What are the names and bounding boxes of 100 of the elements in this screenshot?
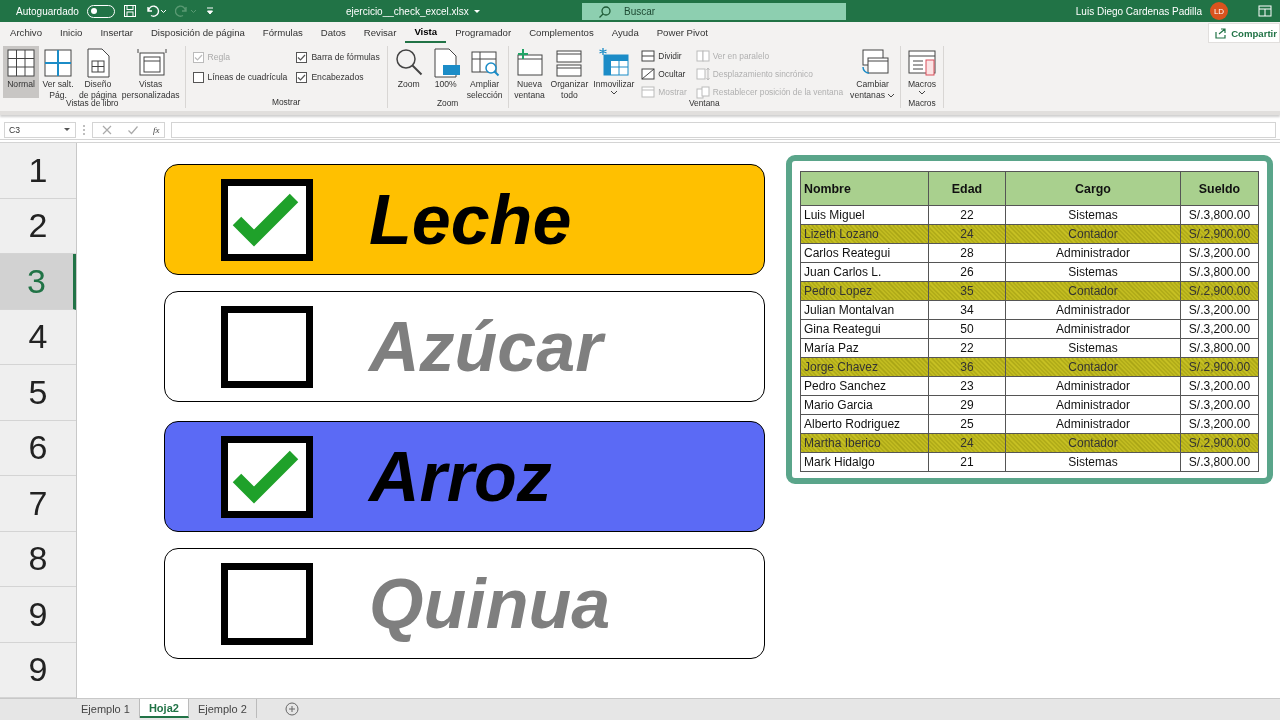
- ribbon-tab[interactable]: Archivo: [1, 23, 51, 43]
- ribbon-tab[interactable]: Disposición de página: [141, 23, 254, 43]
- group-label: Zoom: [435, 98, 460, 108]
- checked-checkbox-icon[interactable]: [221, 178, 313, 261]
- row-header[interactable]: 5: [0, 365, 76, 421]
- ribbon-tab[interactable]: Revisar: [354, 23, 406, 43]
- share-button[interactable]: Compartir: [1208, 23, 1280, 43]
- ribbon-button[interactable]: Ver salt. Pág.: [40, 46, 76, 98]
- empty-checkbox-icon[interactable]: [192, 71, 204, 83]
- drag-handle-icon[interactable]: [82, 123, 86, 136]
- table-cell: S/.3,200.00: [1180, 319, 1259, 339]
- ribbon-tab[interactable]: Ayuda: [602, 23, 648, 43]
- ribbon-button[interactable]: Vistas personalizadas: [119, 46, 182, 98]
- caret-icon[interactable]: [63, 126, 71, 133]
- hide-window-icon: [641, 67, 656, 81]
- row-header[interactable]: 7: [0, 476, 76, 532]
- ribbon-tab[interactable]: Datos: [311, 23, 355, 43]
- ribbon-button[interactable]: Zoom: [390, 46, 427, 98]
- item-label: Quinua: [369, 563, 611, 644]
- table-cell: S/.3,800.00: [1180, 338, 1259, 358]
- name-box[interactable]: C3: [4, 121, 76, 138]
- table-cell: Mark Hidalgo: [800, 452, 929, 472]
- ribbon-button[interactable]: Inmovilizar: [591, 46, 637, 98]
- row-header[interactable]: 9: [0, 587, 76, 643]
- row-header[interactable]: 6: [0, 420, 76, 476]
- side-by-side-icon: [695, 49, 710, 63]
- search-field[interactable]: Buscar: [582, 2, 846, 20]
- sheet-tab[interactable]: Ejemplo 1: [72, 699, 140, 718]
- column-header: Edad: [928, 171, 1006, 206]
- ribbon-display-icon[interactable]: [1258, 5, 1272, 17]
- ribbon-button[interactable]: Ocultar: [641, 68, 687, 80]
- table-cell: Juan Carlos L.: [800, 262, 929, 282]
- table-cell: 25: [928, 414, 1006, 434]
- formula-input[interactable]: [170, 121, 1276, 138]
- user-avatar[interactable]: LD: [1210, 2, 1228, 20]
- ribbon-button[interactable]: Organizar todo: [548, 46, 591, 98]
- table-cell: Julian Montalvan: [800, 300, 929, 320]
- ribbon-button[interactable]: 100%: [427, 46, 464, 98]
- ribbon-button[interactable]: Dividir: [641, 50, 687, 62]
- table-cell: Administrador: [1005, 395, 1181, 415]
- table-cell: S/.3,200.00: [1180, 300, 1259, 320]
- checkbox[interactable]: Encabezados: [296, 70, 380, 84]
- table-cell: Sistemas: [1005, 262, 1181, 282]
- show-window-icon: [641, 85, 656, 99]
- table-cell: 22: [928, 338, 1006, 358]
- empty-checkbox-icon[interactable]: [221, 305, 313, 388]
- reset-window-icon: [695, 85, 710, 99]
- checklist-card[interactable]: Quinua: [164, 548, 765, 659]
- ribbon-button[interactable]: Nueva ventana: [511, 46, 548, 98]
- table-cell: María Paz: [800, 338, 929, 358]
- sheet-tab[interactable]: Ejemplo 2: [188, 699, 257, 718]
- ribbon-button[interactable]: Cambiar ventanas: [848, 46, 897, 98]
- ribbon-tab[interactable]: Fórmulas: [253, 23, 312, 43]
- checkbox[interactable]: Líneas de cuadrícula: [192, 70, 288, 84]
- table-cell: 29: [928, 395, 1006, 415]
- undo-icon[interactable]: [144, 4, 167, 18]
- table-cell: 28: [928, 243, 1006, 263]
- table-cell: Administrador: [1005, 243, 1181, 263]
- checklist-card[interactable]: Leche: [164, 164, 765, 275]
- table-cell: 23: [928, 376, 1006, 396]
- checked-checkbox-icon[interactable]: [296, 71, 308, 83]
- sheet-tab[interactable]: Hoja2: [139, 699, 189, 718]
- table-cell: Sistemas: [1005, 205, 1181, 225]
- table-cell: S/.3,200.00: [1180, 376, 1259, 396]
- row-header[interactable]: 3: [0, 254, 76, 310]
- autosave-label: Autoguardado: [16, 5, 79, 17]
- table-cell: S/.3,200.00: [1180, 395, 1259, 415]
- sync-scroll-icon: [695, 67, 710, 81]
- row-header[interactable]: 8: [0, 531, 76, 587]
- checklist-card[interactable]: Arroz: [164, 421, 765, 532]
- table-cell: S/.3,800.00: [1180, 452, 1259, 472]
- split-icon: [641, 49, 656, 63]
- empty-checkbox-icon[interactable]: [221, 562, 313, 645]
- row-header[interactable]: 1: [0, 143, 76, 199]
- ribbon-tab[interactable]: Power Pivot: [647, 23, 717, 43]
- table-cell: Administrador: [1005, 319, 1181, 339]
- group-label: Ventana: [687, 98, 721, 108]
- checkbox[interactable]: Barra de fórmulas: [296, 50, 380, 64]
- custom-views-icon: [134, 47, 167, 79]
- caret-icon[interactable]: [472, 7, 481, 15]
- row-header[interactable]: 4: [0, 309, 76, 365]
- ribbon-button[interactable]: Ampliar selección: [464, 46, 505, 98]
- checked-checkbox-icon[interactable]: [296, 51, 308, 63]
- save-icon[interactable]: [122, 4, 137, 18]
- ribbon-tab[interactable]: Inicio: [51, 23, 92, 43]
- table-cell: Mario Garcia: [800, 395, 929, 415]
- table-cell: S/.3,200.00: [1180, 243, 1259, 263]
- checklist-card[interactable]: Azúcar: [164, 291, 765, 402]
- ribbon-button[interactable]: Normal: [3, 46, 39, 98]
- insert-function-button[interactable]: fx: [153, 124, 160, 135]
- page-break-icon: [42, 47, 74, 79]
- ribbon-button[interactable]: Macros: [904, 46, 940, 98]
- ribbon-tab[interactable]: Complementos: [520, 23, 603, 43]
- checked-checkbox-icon[interactable]: [221, 435, 313, 518]
- ribbon-button[interactable]: Diseño de página: [77, 46, 119, 98]
- ribbon-tab[interactable]: Programador: [446, 23, 521, 43]
- add-sheet-icon[interactable]: [284, 702, 299, 716]
- ribbon-tab[interactable]: Insertar: [91, 23, 142, 43]
- table-cell: 22: [928, 205, 1006, 225]
- table-cell: Carlos Reategui: [800, 243, 929, 263]
